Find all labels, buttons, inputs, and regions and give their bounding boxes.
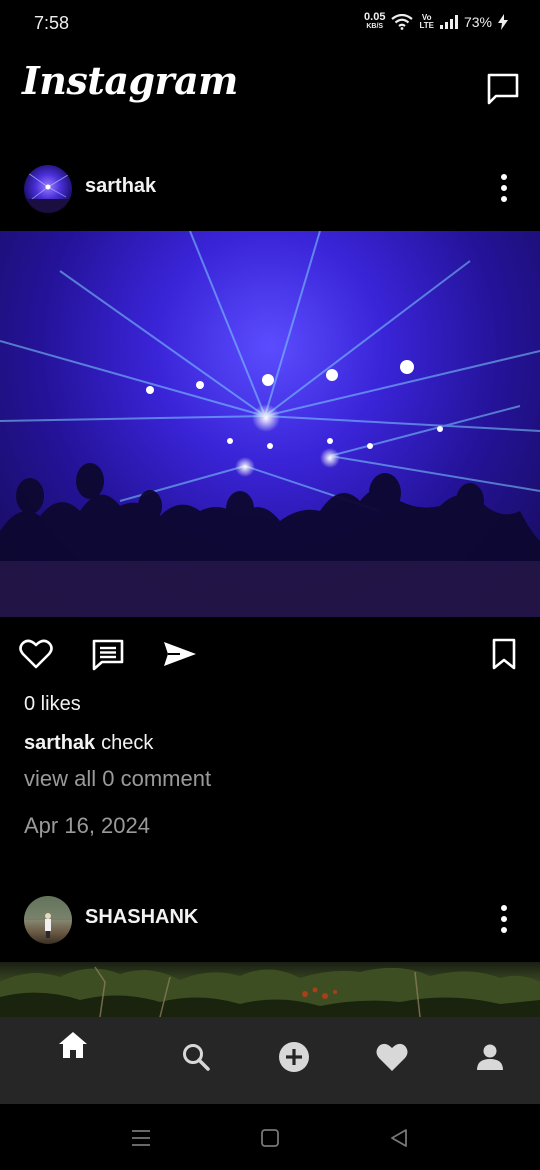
post-caption: sarthak check	[24, 732, 153, 755]
status-indicators: 0.05 KB/S Vo LTE 73%	[364, 11, 508, 31]
network-speed-value: 0.05	[364, 11, 386, 23]
post-username[interactable]: sarthak	[85, 175, 156, 198]
bottom-navigation	[0, 1017, 540, 1104]
nav-search[interactable]	[176, 1037, 216, 1077]
network-speed-unit: KB/S	[366, 23, 384, 30]
add-icon	[279, 1042, 309, 1072]
caption-text: check	[101, 732, 154, 754]
search-icon	[183, 1044, 210, 1071]
post-image[interactable]	[0, 962, 540, 1017]
post-actions	[0, 632, 540, 676]
home-icon	[59, 1032, 87, 1058]
trees-photo	[0, 966, 540, 1017]
avatar-image	[24, 896, 72, 938]
network-speed: 0.05 KB/S	[364, 11, 386, 31]
post-header: sarthak	[0, 161, 540, 217]
post-image[interactable]	[0, 231, 540, 617]
avatar[interactable]	[24, 896, 72, 944]
more-options-icon[interactable]	[494, 171, 514, 205]
nav-activity[interactable]	[372, 1037, 412, 1077]
comment-icon[interactable]	[90, 636, 126, 672]
wifi-icon	[391, 14, 414, 30]
status-time: 7:58	[34, 13, 70, 33]
direct-messages-icon[interactable]	[486, 72, 520, 106]
post-date: Apr 16, 2024	[24, 813, 150, 838]
bookmark-icon[interactable]	[486, 636, 522, 672]
avatar[interactable]	[24, 165, 72, 213]
more-options-icon[interactable]	[494, 902, 514, 936]
nav-profile[interactable]	[470, 1037, 510, 1077]
instagram-logo[interactable]: Instagram	[22, 58, 238, 103]
battery-percent: 73%	[463, 14, 492, 30]
signal-icon	[439, 15, 458, 29]
app-header: Instagram	[0, 56, 540, 126]
status-bar: 7:58 0.05 KB/S Vo LTE 73%	[0, 0, 540, 48]
heart-icon	[376, 1043, 408, 1071]
nav-create-post[interactable]	[274, 1037, 314, 1077]
post-header: SHASHANK	[0, 892, 540, 948]
nav-home[interactable]	[53, 1025, 93, 1065]
view-comments-link[interactable]: view all 0 comment	[24, 766, 211, 792]
volte-bottom: LTE	[419, 21, 434, 30]
share-send-icon[interactable]	[162, 636, 198, 672]
home-square-icon[interactable]	[256, 1124, 284, 1152]
avatar-image	[24, 172, 72, 213]
like-heart-icon[interactable]	[18, 636, 54, 672]
caption-username[interactable]: sarthak	[24, 732, 95, 754]
concert-photo	[0, 231, 540, 617]
post-username[interactable]: SHASHANK	[85, 906, 198, 929]
profile-icon	[477, 1044, 503, 1070]
menu-icon[interactable]	[127, 1124, 155, 1152]
back-triangle-icon[interactable]	[385, 1124, 413, 1152]
charging-icon	[498, 14, 508, 30]
system-navigation-bar	[0, 1104, 540, 1170]
volte-indicator: Vo LTE	[419, 14, 434, 30]
likes-count[interactable]: 0 likes	[24, 693, 81, 716]
